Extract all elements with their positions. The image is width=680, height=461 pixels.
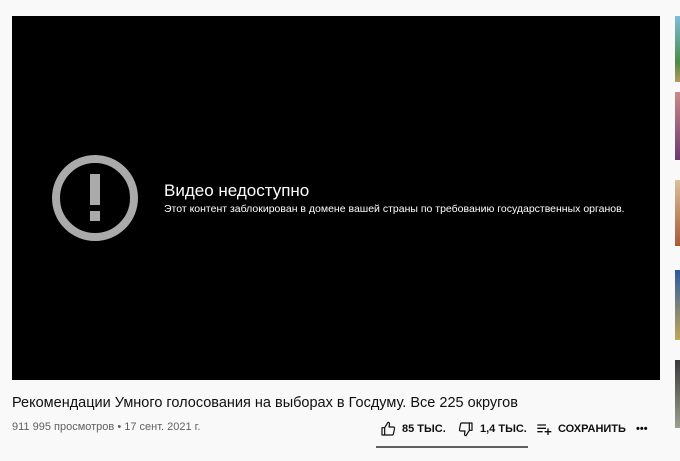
- thumb-down-icon: [458, 422, 473, 437]
- rating-bar: [376, 446, 528, 448]
- like-button[interactable]: 85 ТЫС.: [380, 416, 446, 442]
- dislike-button[interactable]: 1,4 ТЫС.: [458, 416, 527, 442]
- save-button[interactable]: СОХРАНИТЬ: [536, 416, 626, 442]
- alert-circle-icon: [52, 155, 138, 241]
- error-message: Этот контент заблокирован в домене вашей…: [164, 203, 625, 215]
- meta-separator: •: [117, 421, 122, 433]
- recommendation-thumbnail[interactable]: [675, 180, 680, 246]
- recommendation-thumbnail[interactable]: [675, 92, 680, 160]
- watch-page: Видео недоступно Этот контент заблокиров…: [0, 0, 680, 461]
- like-count: 85 ТЫС.: [402, 423, 446, 435]
- recommendation-thumbnail[interactable]: [675, 360, 680, 428]
- playlist-add-icon: [537, 424, 552, 435]
- dislike-count: 1,4 ТЫС.: [480, 423, 527, 435]
- video-player[interactable]: Видео недоступно Этот контент заблокиров…: [12, 16, 660, 380]
- error-title: Видео недоступно: [164, 181, 310, 200]
- more-actions-button[interactable]: •••: [636, 416, 648, 442]
- recommendation-thumbnail[interactable]: [675, 16, 680, 82]
- view-count: 911 995 просмотров: [12, 421, 115, 433]
- upload-date: 17 сент. 2021 г.: [124, 421, 201, 433]
- more-icon: •••: [636, 423, 648, 435]
- recommendation-thumbnail[interactable]: [675, 270, 680, 340]
- video-title: Рекомендации Умного голосования на выбор…: [12, 395, 518, 411]
- save-label: СОХРАНИТЬ: [558, 423, 626, 435]
- video-meta: 911 995 просмотров • 17 сент. 2021 г.: [12, 421, 200, 433]
- thumb-up-icon: [381, 421, 396, 436]
